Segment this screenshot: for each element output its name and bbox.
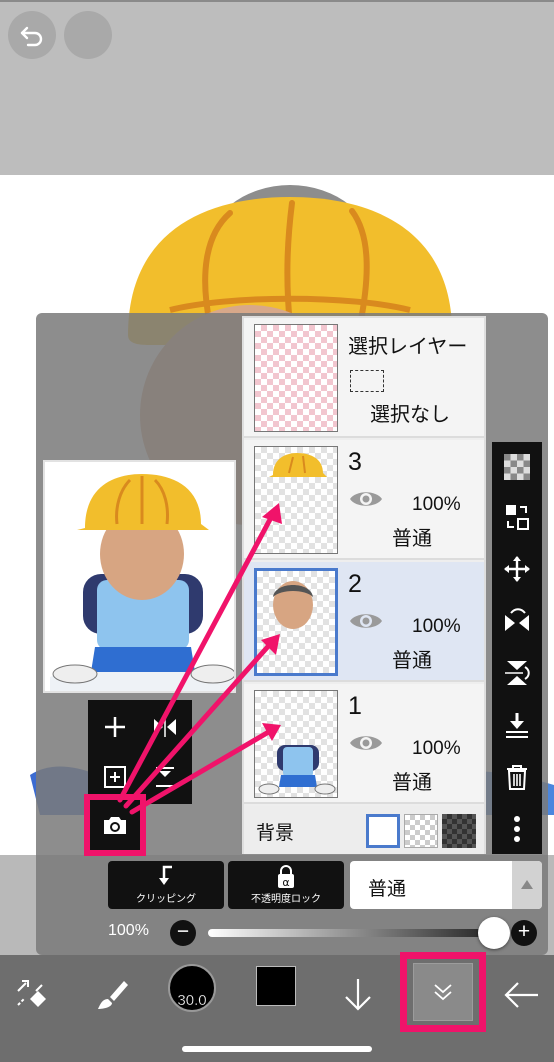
layer-list: 選択レイヤー 選択なし 3 100% 普通 2 100% 普通 1 100% 普… [242,316,486,854]
layer-blend-mode: 普通 [392,772,432,794]
flip-vertical-button[interactable] [492,650,542,696]
undo-button[interactable] [8,11,56,59]
alpha-lock-label: 不透明度ロック [251,894,321,905]
brush-icon [98,981,128,1009]
canvas-preview[interactable] [43,460,236,693]
background-label: 背景 [256,823,295,844]
layer-opacity: 100% [412,494,461,515]
body-thumb-art [258,745,336,795]
selection-layer-title: 選択レイヤー [348,336,468,358]
brush-size-value: 30.0 [177,992,207,1009]
opacity-label: 100% [108,922,149,939]
back-button[interactable] [494,965,550,1025]
merge-down-button[interactable] [140,752,190,802]
more-vertical-icon [514,816,520,842]
transform-tool-button[interactable] [4,965,60,1025]
arrow-left-icon [504,982,538,1008]
camera-icon [104,817,126,834]
preview-artwork [50,474,234,691]
layer-opacity: 100% [412,738,461,759]
eye-icon[interactable] [348,488,384,510]
svg-text:α: α [282,876,289,889]
background-white-option[interactable] [366,814,400,848]
blend-mode-dropdown[interactable] [512,861,542,909]
top-bar [0,0,554,175]
opacity-increase-button[interactable]: + [511,920,537,946]
layer-row-1[interactable]: 1 100% 普通 [244,684,484,804]
flip-horizontal-icon [154,717,176,737]
layer-blend-mode: 普通 [392,650,432,672]
alpha-lock-icon: α [278,865,294,889]
flip-layer-button[interactable] [140,702,190,752]
opacity-decrease-button[interactable]: − [170,920,196,946]
merge-down-icon [506,713,528,738]
eye-icon[interactable] [348,610,384,632]
camera-button[interactable] [84,794,146,856]
flip-vertical-icon [505,661,530,685]
layer-number: 3 [348,448,362,476]
swap-layer-button[interactable] [492,494,542,540]
transparency-button[interactable] [492,444,542,490]
alpha-lock-button[interactable]: α 不透明度ロック [228,861,344,909]
flip-horizontal-icon [505,608,529,631]
background-transparent-option[interactable] [404,814,438,848]
selection-layer-thumbnail [254,324,338,432]
clipping-icon [159,865,172,885]
blend-mode-select[interactable]: 普通 [350,861,542,909]
color-swatch[interactable] [256,966,296,1006]
merge-icon [156,767,174,787]
selection-status: 選択なし [370,404,450,426]
merge-down-side-button[interactable] [492,702,542,748]
brush-size-indicator[interactable]: 30.0 [168,964,216,1012]
layer-row-2[interactable]: 2 100% 普通 [244,562,484,682]
add-layer-button[interactable] [90,702,140,752]
checkerboard-icon [504,454,530,480]
swap-icon [506,505,529,530]
home-indicator [182,1046,372,1052]
move-icon [504,556,530,582]
opacity-slider-knob[interactable] [478,917,510,949]
layer-number: 2 [348,570,362,598]
blend-mode-value: 普通 [368,879,407,900]
collapse-panel-inner [413,963,473,1021]
brush-tool-button[interactable] [84,965,140,1025]
trash-icon [507,765,527,790]
layer-3-thumbnail [254,446,338,554]
layer-number: 1 [348,692,362,720]
face-thumb-art [273,581,313,629]
clipping-button[interactable]: クリッピング [108,861,224,909]
layer-1-thumbnail [254,690,338,798]
layer-blend-mode: 普通 [392,528,432,550]
redo-button[interactable] [64,11,112,59]
move-down-button[interactable] [330,965,386,1025]
eye-icon[interactable] [348,732,384,754]
flip-horizontal-button[interactable] [492,598,542,644]
plus-icon [105,717,125,737]
helmet-thumb-art [269,453,327,477]
selection-layer-row[interactable]: 選択レイヤー 選択なし [244,318,484,438]
shorts-shape [91,647,195,672]
selection-marquee-icon [350,370,384,392]
layer-row-3[interactable]: 3 100% 普通 [244,440,484,560]
undo-icon [20,26,43,47]
opacity-slider-track[interactable] [208,929,494,937]
collapse-panel-button[interactable] [400,952,486,1032]
transform-eraser-icon [17,980,46,1007]
double-chevron-down-icon [434,984,452,1001]
layer-tool-box [88,700,192,804]
clipping-label: クリッピング [136,894,196,905]
background-dark-option[interactable] [442,814,476,848]
layer-side-toolbar [492,442,542,854]
delete-layer-button[interactable] [492,754,542,800]
more-options-button[interactable] [492,806,542,852]
move-button[interactable] [492,546,542,592]
layer-2-thumbnail [254,568,338,676]
background-row: 背景 [244,806,484,854]
triangle-up-icon [521,880,533,889]
arrow-down-icon [345,979,371,1011]
add-box-icon [104,766,126,788]
layer-opacity: 100% [412,616,461,637]
